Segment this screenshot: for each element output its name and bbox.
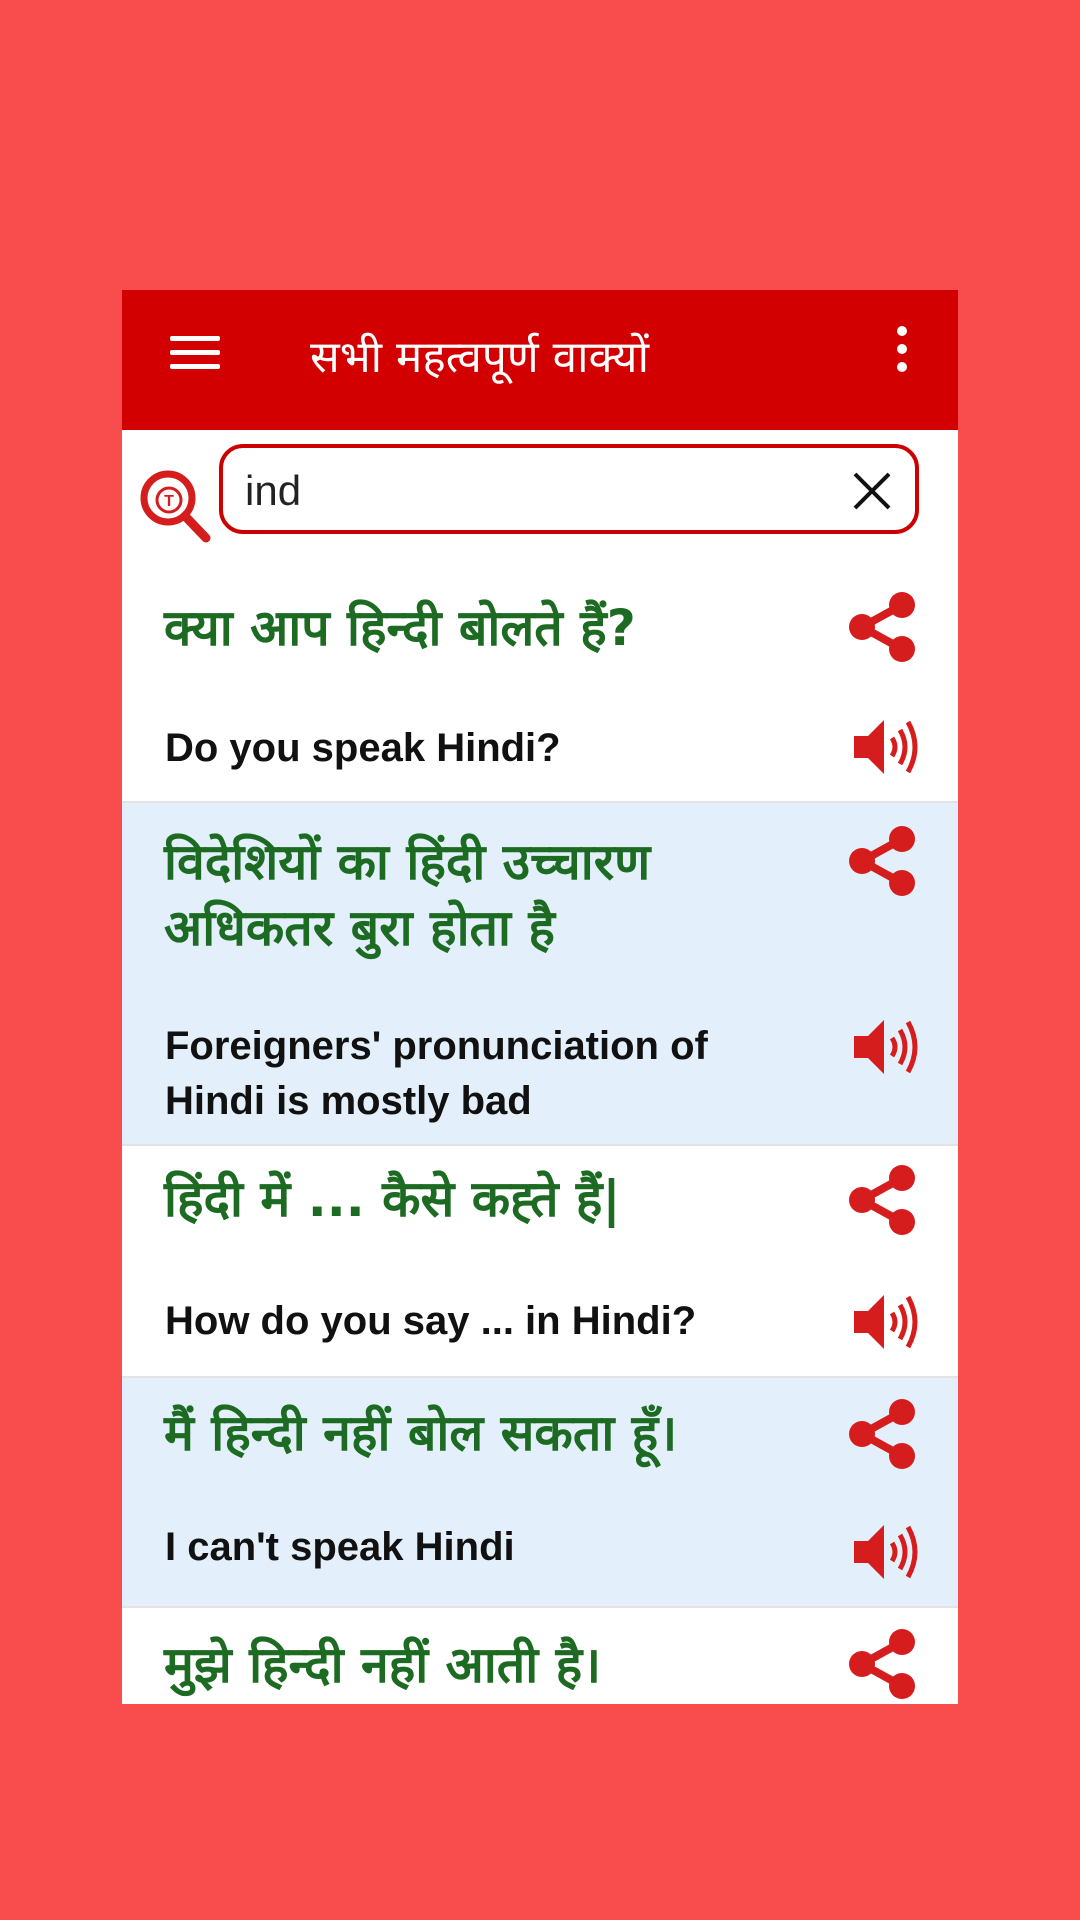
hindi-phrase: मुझे हिन्दी नहीं आती है। xyxy=(164,1636,602,1694)
hamburger-icon[interactable] xyxy=(170,330,220,380)
share-icon[interactable] xyxy=(844,1396,920,1472)
hindi-phrase: मैं हिन्दी नहीं बोल सकता हूँ। xyxy=(164,1404,678,1462)
app-screen: सभी महत्वपूर्ण वाक्यों T क्या आप हिन्दी … xyxy=(122,290,958,1704)
svg-text:T: T xyxy=(164,493,174,510)
hindi-phrase: विदेशियों का हिंदी उच्चारण अधिकतर बुरा ह… xyxy=(164,833,651,957)
list-item[interactable]: मैं हिन्दी नहीं बोल सकता हूँ। I can't sp… xyxy=(122,1378,958,1608)
more-vertical-icon[interactable] xyxy=(892,326,912,386)
english-phrase: I can't speak Hindi xyxy=(165,1525,515,1569)
search-input[interactable] xyxy=(243,462,827,520)
page-title: सभी महत्वपूर्ण वाक्यों xyxy=(310,332,649,383)
speaker-icon[interactable] xyxy=(850,1521,924,1583)
search-field xyxy=(219,444,919,534)
hindi-phrase: हिंदी में ... कैसे कह्ते हैं| xyxy=(164,1170,621,1228)
english-phrase: Foreigners' pronunciation of Hindi is mo… xyxy=(165,1024,708,1123)
translate-search-icon[interactable]: T xyxy=(136,466,216,546)
phrase-list: क्या आप हिन्दी बोलते हैं? Do you speak H… xyxy=(122,575,958,1704)
speaker-icon[interactable] xyxy=(850,716,924,778)
share-icon[interactable] xyxy=(844,1162,920,1238)
english-phrase: Do you speak Hindi? xyxy=(165,726,561,770)
close-icon[interactable] xyxy=(847,466,897,516)
share-icon[interactable] xyxy=(844,823,920,899)
speaker-icon[interactable] xyxy=(850,1291,924,1353)
share-icon[interactable] xyxy=(844,1626,920,1702)
search-bar: T xyxy=(122,430,958,575)
hindi-phrase: क्या आप हिन्दी बोलते हैं? xyxy=(164,599,636,657)
english-phrase: How do you say ... in Hindi? xyxy=(165,1299,697,1343)
speaker-icon[interactable] xyxy=(850,1016,924,1078)
list-item[interactable]: मुझे हिन्दी नहीं आती है। xyxy=(122,1608,958,1704)
list-item[interactable]: हिंदी में ... कैसे कह्ते हैं| How do you… xyxy=(122,1146,958,1378)
app-bar: सभी महत्वपूर्ण वाक्यों xyxy=(122,290,958,430)
list-item[interactable]: विदेशियों का हिंदी उच्चारण अधिकतर बुरा ह… xyxy=(122,803,958,1146)
share-icon[interactable] xyxy=(844,589,920,665)
list-item[interactable]: क्या आप हिन्दी बोलते हैं? Do you speak H… xyxy=(122,575,958,803)
